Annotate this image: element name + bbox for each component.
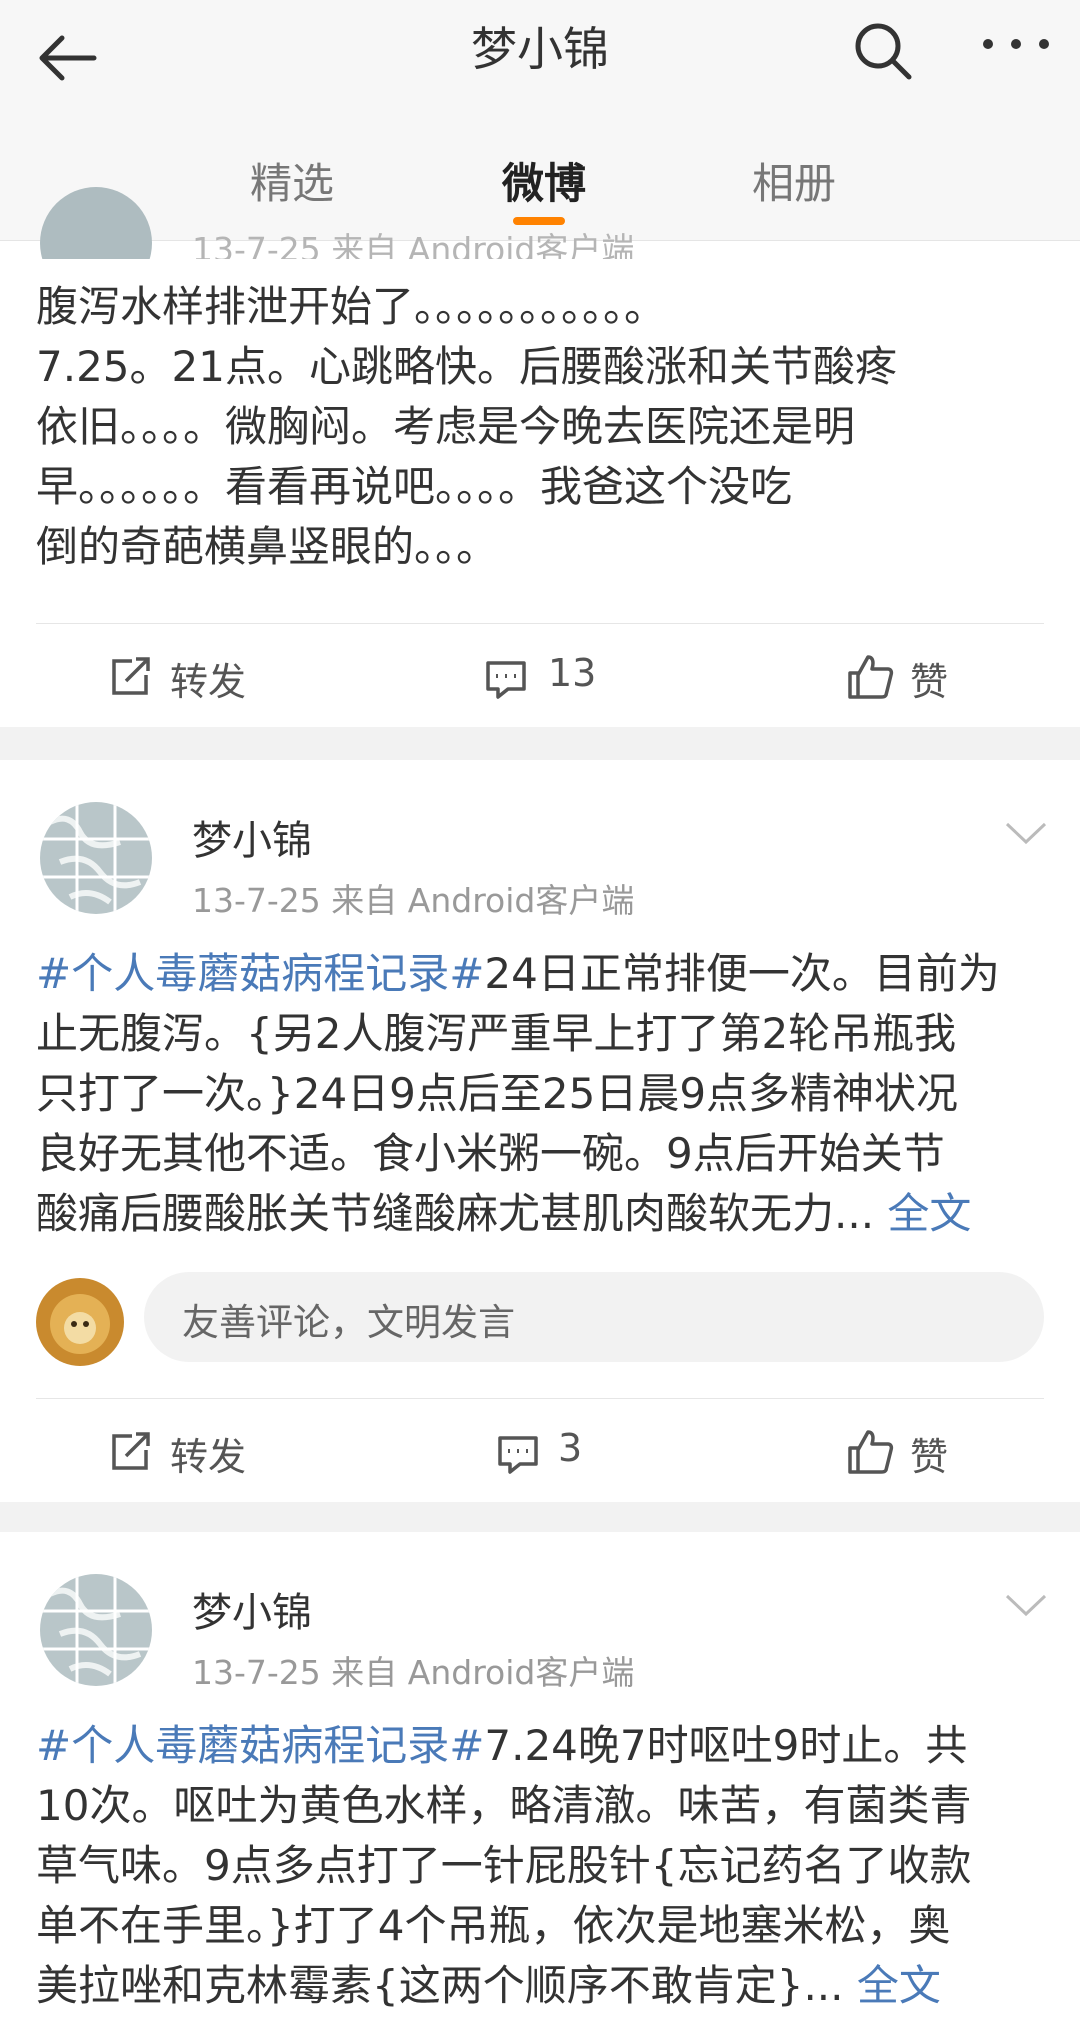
more-icon[interactable] (976, 24, 1056, 64)
text-segment: 美拉唑和克林霉素{这两个顺序不敢肯定}... (36, 1961, 844, 2010)
text-line: 依旧。。。。微胸闷。考虑是今晚去医院还是明 (36, 402, 856, 451)
divider (36, 623, 1044, 624)
avatar[interactable] (36, 1278, 124, 1366)
text-line: 酸痛后腰酸胀关节缝酸麻尤甚肌肉酸软无力... 全文 (36, 1184, 1046, 1244)
chevron-down-icon[interactable] (1004, 1592, 1048, 1618)
text-line: 7.25。21点。心跳略快。后腰酸涨和关节酸疼 (36, 342, 897, 391)
text-segment: 24日正常排便一次。目前为 (484, 949, 1000, 998)
avatar[interactable] (40, 1574, 152, 1686)
tab-featured[interactable]: 精选 (250, 150, 334, 211)
text-line: #个人毒蘑菇病程记录#24日正常排便一次。目前为 (36, 944, 1046, 1004)
author-name[interactable]: 梦小锦 (192, 808, 312, 866)
text-line: 单不在手里。}打了4个吊瓶，依次是地塞米松，奥 (36, 1901, 951, 1950)
page-title: 梦小锦 (471, 22, 609, 76)
text-line: 草气味。9点多点打了一针屁股针{忘记药名了收款 (36, 1841, 972, 1890)
top-bar: 梦小锦 (0, 0, 1080, 112)
post-meta: 13-7-25 来自 Android客户端 (192, 881, 635, 920)
like-icon[interactable] (846, 1428, 894, 1476)
text-segment: 7.24晚7时呕吐9时止。共 (484, 1721, 968, 1770)
avatar[interactable] (40, 802, 152, 914)
text-line: 早。。。。。。看看再说吧。。。。我爸这个没吃 (36, 462, 793, 511)
avatar[interactable] (40, 187, 152, 259)
post-text: #个人毒蘑菇病程记录#24日正常排便一次。目前为 止无腹泻。{另2人腹泻严重早上… (36, 944, 1046, 1244)
post-card: 梦小锦 13-7-25 来自 Android客户端 #个人毒蘑菇病程记录#24日… (0, 760, 1080, 1502)
text-line: 止无腹泻。{另2人腹泻严重早上打了第2轮吊瓶我 (36, 1009, 957, 1058)
post-text: #个人毒蘑菇病程记录#7.24晚7时呕吐9时止。共 10次。呕吐为黄色水样，略清… (36, 1716, 1046, 2016)
repost-icon[interactable] (108, 1430, 152, 1474)
comment-input-row: 友善评论，文明发言 (36, 1272, 1046, 1366)
text-segment: 酸痛后腰酸胀关节缝酸麻尤甚肌肉酸软无力... (36, 1189, 875, 1238)
full-text-link[interactable]: 全文 (857, 1961, 941, 2010)
author-name[interactable]: 梦小锦 (192, 1580, 312, 1638)
comment-icon[interactable] (496, 1432, 540, 1476)
text-line: 美拉唑和克林霉素{这两个顺序不敢肯定}... 全文 (36, 1956, 1046, 2016)
repost-label[interactable]: 转发 (170, 1426, 246, 1481)
chevron-down-icon[interactable] (1004, 820, 1048, 846)
tab-album[interactable]: 相册 (752, 150, 836, 211)
repost-icon[interactable] (108, 655, 152, 699)
profile-tabs: 精选 微博 相册 (0, 112, 1080, 241)
text-line: 倒的奇葩横鼻竖眼的。。。 (36, 522, 499, 571)
post-meta: 13-7-25 来自 Android客户端 (192, 230, 635, 259)
full-text-link[interactable]: 全文 (887, 1189, 971, 1238)
comment-icon[interactable] (484, 657, 528, 701)
divider (36, 1398, 1044, 1399)
text-line: 腹泻水样排泄开始了。。。。。。。。。。。 (36, 282, 667, 331)
comment-placeholder: 友善评论，文明发言 (182, 1301, 515, 1344)
tab-weibo[interactable]: 微博 (502, 150, 586, 211)
repost-label[interactable]: 转发 (170, 651, 246, 706)
text-line: 良好无其他不适。食小米粥一碗。9点后开始关节 (36, 1129, 945, 1178)
comment-input[interactable]: 友善评论，文明发言 (144, 1272, 1044, 1362)
like-label[interactable]: 赞 (910, 651, 948, 706)
comment-count[interactable]: 13 (548, 651, 596, 695)
post-meta: 13-7-25 来自 Android客户端 (192, 1653, 635, 1692)
comment-count[interactable]: 3 (558, 1426, 582, 1470)
topic-tag[interactable]: #个人毒蘑菇病程记录# (36, 1721, 484, 1770)
text-line: 只打了一次。}24日9点后至25日晨9点多精神状况 (36, 1069, 959, 1118)
topic-tag[interactable]: #个人毒蘑菇病程记录# (36, 949, 484, 998)
text-line: 10次。呕吐为黄色水样，略清澈。味苦，有菌类青 (36, 1781, 972, 1830)
text-line: #个人毒蘑菇病程记录#7.24晚7时呕吐9时止。共 (36, 1716, 1046, 1776)
like-icon[interactable] (846, 653, 894, 701)
post-card: 13-7-25 来自 Android客户端 腹泻水样排泄开始了。。。。。。。。。… (0, 187, 1080, 727)
post-card: 梦小锦 13-7-25 来自 Android客户端 #个人毒蘑菇病程记录#7.2… (0, 1532, 1080, 2036)
search-icon[interactable] (852, 20, 914, 82)
post-text: 腹泻水样排泄开始了。。。。。。。。。。。 7.25。21点。心跳略快。后腰酸涨和… (36, 277, 1046, 577)
like-label[interactable]: 赞 (910, 1426, 948, 1481)
